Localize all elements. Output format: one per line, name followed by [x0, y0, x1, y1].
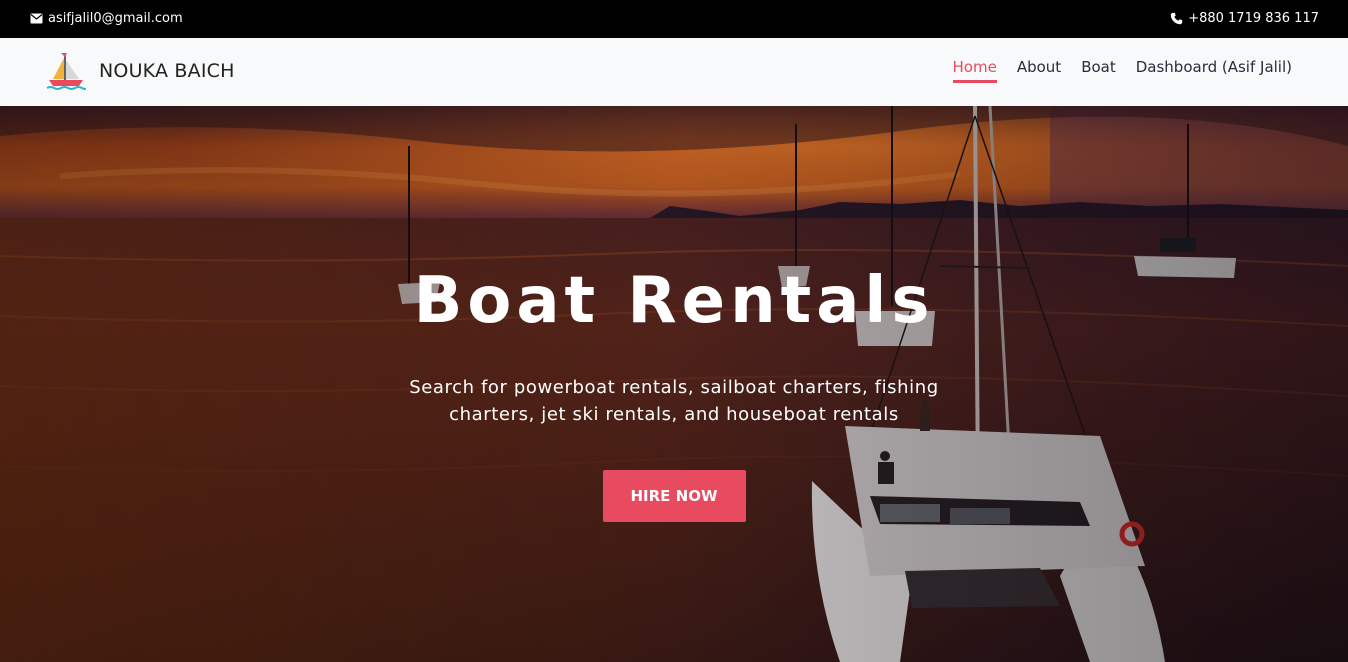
hero-title: Boat Rentals: [413, 264, 935, 338]
hero-section: Boat Rentals Search for powerboat rental…: [0, 106, 1348, 662]
nav-item-boat[interactable]: Boat: [1081, 58, 1116, 83]
phone-icon: [1171, 12, 1183, 25]
contact-phone[interactable]: +880 1719 836 117: [1170, 11, 1319, 26]
hero-content: Boat Rentals Search for powerboat rental…: [0, 264, 1348, 523]
navbar: NOUKA BAICH Home About Boat Dashboard (A…: [0, 38, 1348, 106]
email-text: asifjalil0@gmail.com: [48, 11, 183, 26]
hire-now-button[interactable]: HIRE NOW: [602, 470, 746, 523]
envelope-icon: [30, 13, 43, 24]
sailboat-logo-icon: [46, 53, 86, 90]
brand[interactable]: NOUKA BAICH: [46, 51, 235, 91]
contact-email[interactable]: asifjalil0@gmail.com: [30, 11, 183, 26]
brand-name: NOUKA BAICH: [99, 60, 235, 82]
nav-item-dashboard[interactable]: Dashboard (Asif Jalil): [1136, 58, 1292, 83]
phone-text: +880 1719 836 117: [1188, 11, 1319, 26]
nav-item-home[interactable]: Home: [952, 58, 997, 83]
nav-menu: Home About Boat Dashboard (Asif Jalil): [952, 58, 1292, 83]
hero-subtitle: Search for powerboat rentals, sailboat c…: [409, 377, 939, 426]
nav-item-about[interactable]: About: [1017, 58, 1061, 83]
top-bar: asifjalil0@gmail.com +880 1719 836 117: [0, 0, 1348, 38]
